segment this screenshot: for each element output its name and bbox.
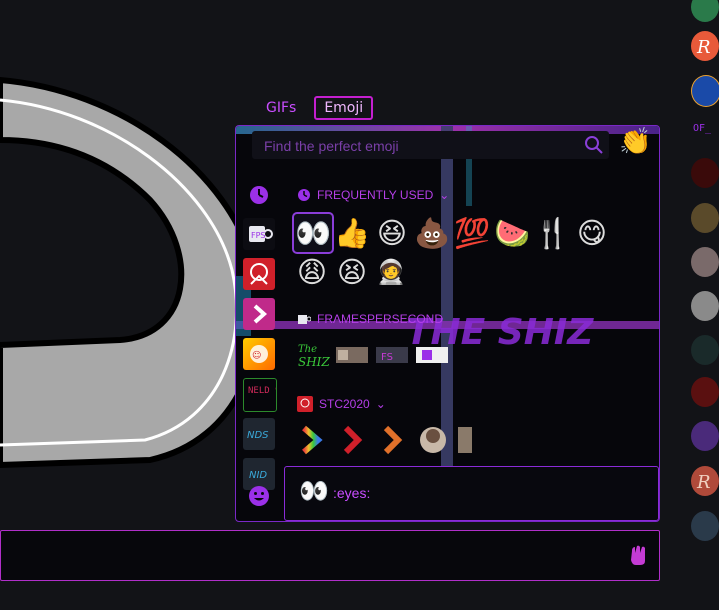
svg-text:R: R: [696, 472, 711, 493]
clock-icon: [298, 189, 310, 201]
server-arrow-icon[interactable]: [243, 298, 275, 330]
tab-gifs[interactable]: GIFs: [258, 97, 304, 119]
emoji-100[interactable]: 💯: [453, 214, 491, 252]
stc2020-icon: [297, 396, 313, 412]
category-sidebar: FPS ☺ NELD 99 NDS NID: [240, 180, 286, 520]
search-input[interactable]: [262, 135, 576, 157]
server-icon-r2[interactable]: R: [691, 466, 719, 496]
custom-emoji-red-arrow[interactable]: [343, 425, 363, 455]
server-orange-icon[interactable]: ☺: [243, 338, 275, 370]
custom-emoji-fps[interactable]: FS: [376, 347, 408, 363]
chevron-down-icon: ⌄: [439, 188, 450, 202]
smiley-category-icon[interactable]: [248, 485, 270, 507]
svg-text:☺: ☺: [252, 350, 261, 361]
search-icon[interactable]: [584, 135, 604, 155]
chevron-down-icon: ⌄: [375, 397, 386, 411]
server-icon-r[interactable]: R: [691, 31, 719, 61]
server-neld-icon[interactable]: NELD 99: [243, 378, 286, 412]
svg-text:NELD 99: NELD 99: [248, 386, 276, 396]
custom-emoji-the-shiz[interactable]: TheSHIZ: [298, 344, 330, 369]
category-stc2020-header[interactable]: STC2020 ⌄: [297, 396, 386, 412]
emoji-tired-face[interactable]: 😫: [333, 253, 371, 291]
svg-text:NID: NID: [249, 470, 267, 481]
server-icon-badge[interactable]: [691, 203, 719, 233]
skin-tone-clap-icon[interactable]: 👏: [619, 127, 651, 157]
server-framespersecond-icon[interactable]: FPS: [243, 218, 275, 250]
recent-clock-icon[interactable]: [249, 185, 269, 205]
category-frequent-header[interactable]: FREQUENTLY USED ⌄: [297, 188, 449, 202]
emoji-poop[interactable]: 💩: [413, 214, 451, 252]
server-icon-1[interactable]: [691, 0, 719, 22]
category-frequent-label: FREQUENTLY USED: [317, 188, 434, 202]
emoji-astronaut[interactable]: 🧑‍🚀: [372, 253, 410, 291]
custom-emoji-row-stc: [302, 425, 472, 455]
server-icon-chat[interactable]: [691, 511, 719, 541]
server-icon-purple[interactable]: [691, 421, 719, 451]
server-icon-blue[interactable]: [691, 75, 719, 107]
server-nds-icon[interactable]: NDS: [243, 418, 275, 450]
rail-label: OF_: [693, 123, 712, 134]
category-framespersecond-header[interactable]: FRAMESPERSECOND: [297, 312, 443, 326]
category-framespersecond-label: FRAMESPERSECOND: [317, 312, 444, 326]
svg-text:NDS: NDS: [247, 430, 269, 441]
svg-text:R: R: [696, 37, 711, 58]
emoji-yum[interactable]: 😋: [573, 214, 611, 252]
custom-emoji-rainbow-arrow[interactable]: [302, 425, 323, 455]
custom-emoji-orange-arrow[interactable]: [383, 425, 403, 455]
emoji-thumbsup[interactable]: 👍: [333, 214, 371, 252]
emoji-preview: 👀 :eyes:: [284, 466, 659, 521]
svg-text:SHIZ: SHIZ: [298, 355, 330, 369]
server-icon-face[interactable]: [691, 247, 719, 277]
emoji-search: [252, 131, 609, 159]
server-icon-red[interactable]: [691, 377, 719, 407]
svg-text:FPS: FPS: [251, 231, 266, 240]
message-input-bar[interactable]: [0, 530, 660, 581]
server-rail: R OF_ R: [688, 0, 719, 610]
framespersecond-icon: [298, 315, 311, 324]
svg-text:The: The: [298, 344, 317, 355]
server-icon-dog[interactable]: [691, 291, 719, 321]
emoji-laughing[interactable]: 😆: [373, 214, 411, 252]
custom-emoji-fps-logo[interactable]: [416, 347, 448, 363]
svg-text:FS: FS: [381, 352, 393, 363]
custom-emoji-face-2[interactable]: [458, 427, 472, 453]
server-icon-dark[interactable]: [691, 158, 719, 188]
custom-emoji-photo[interactable]: [336, 347, 368, 363]
category-stc2020-label: STC2020: [319, 397, 370, 411]
server-icon-skull[interactable]: [691, 335, 719, 365]
emoji-weary[interactable]: 😩: [293, 253, 331, 291]
server-stc2020-icon[interactable]: [243, 258, 275, 290]
emoji-button-icon[interactable]: [627, 543, 649, 567]
emoji-fork-and-knife[interactable]: 🍴: [533, 214, 571, 252]
picker-tabs: GIFs Emoji: [258, 93, 374, 123]
tab-emoji[interactable]: Emoji: [314, 96, 374, 120]
preview-emoji: 👀: [299, 477, 329, 505]
emoji-eyes[interactable]: 👀: [292, 212, 334, 254]
custom-emoji-row-fps: TheSHIZ FS: [298, 344, 448, 369]
emoji-watermelon[interactable]: 🍉: [493, 214, 531, 252]
preview-emoji-name: :eyes:: [333, 485, 371, 501]
custom-emoji-face[interactable]: [420, 427, 446, 453]
